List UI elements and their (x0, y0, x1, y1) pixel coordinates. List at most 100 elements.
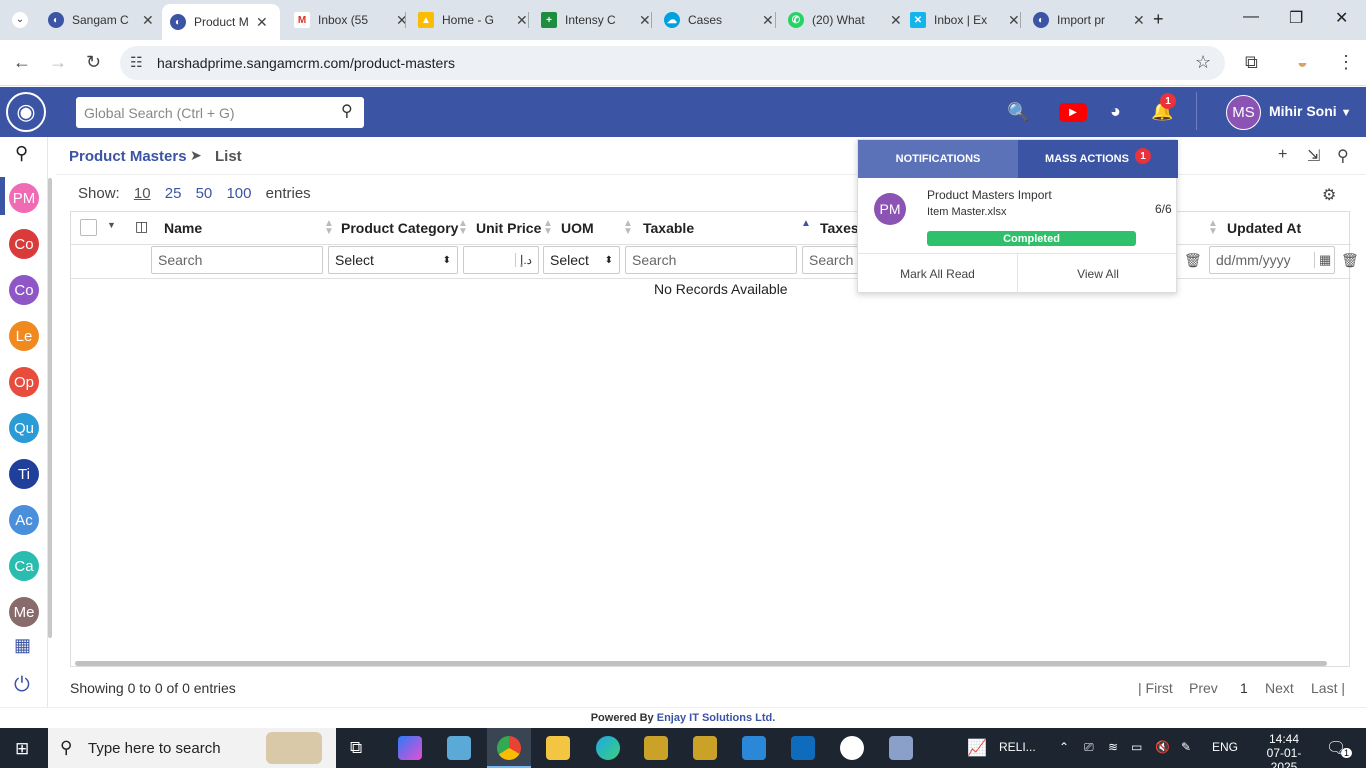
close-tab-icon[interactable]: ✕ (762, 12, 774, 29)
module-cases[interactable]: Ca (9, 551, 39, 581)
column-unit-price[interactable]: Unit Price (476, 220, 541, 236)
search-icon[interactable]: ⚲ (15, 143, 28, 164)
global-search-input[interactable] (76, 97, 364, 128)
page-length-10[interactable]: 10 (134, 185, 151, 202)
bookmark-star-icon[interactable]: ☆ (1195, 52, 1211, 73)
browser-tab[interactable]: ☁ Cases ✕ (656, 6, 782, 34)
breadcrumb-module-link[interactable]: Product Masters (69, 148, 187, 165)
taskbar-search-input[interactable]: ⚲ Type here to search (48, 728, 336, 768)
browser-tab-active[interactable]: ◐ Product M ✕ (162, 4, 280, 40)
language-indicator[interactable]: ENG (1212, 740, 1238, 754)
sort-icon[interactable]: ▲ ▼ (324, 219, 334, 237)
chevron-up-icon[interactable]: ⌃ (1059, 740, 1069, 754)
new-tab-icon[interactable]: + (1153, 9, 1164, 30)
mark-all-read-button[interactable]: Mark All Read (858, 254, 1018, 294)
browser-tab[interactable]: ✆ (20) What ✕ (780, 6, 910, 34)
add-icon[interactable]: + (1278, 146, 1287, 164)
rail-scrollbar[interactable] (48, 178, 52, 638)
column-updated-at[interactable]: Updated At (1227, 220, 1301, 236)
module-opportunities[interactable]: Op (9, 367, 39, 397)
uom-filter-select[interactable]: Select ⬍ (543, 246, 620, 274)
tab-notifications[interactable]: NOTIFICATIONS (858, 140, 1018, 178)
app-icon[interactable] (447, 736, 471, 760)
module-contacts[interactable]: Co (9, 229, 39, 259)
page-length-25[interactable]: 25 (165, 185, 182, 202)
trash-icon[interactable]: 🗑 (1184, 252, 1202, 269)
module-tickets[interactable]: Ti (9, 459, 39, 489)
close-tab-icon[interactable]: ✕ (1133, 12, 1145, 29)
reload-icon[interactable]: ↻ (86, 52, 101, 73)
search-icon[interactable]: ⚲ (1337, 146, 1349, 166)
columns-icon[interactable]: ◫ (135, 218, 148, 235)
select-all-checkbox[interactable] (80, 219, 97, 236)
module-product-masters[interactable]: PM (9, 183, 39, 213)
globe-icon[interactable]: ◕ (1110, 101, 1121, 122)
browser-tab[interactable]: ▲ Home - G ✕ (410, 6, 536, 34)
sort-icon[interactable]: ▲ ▼ (543, 219, 553, 237)
close-window-icon[interactable]: ✕ (1335, 8, 1348, 28)
extensions-icon[interactable]: ⧉ (1245, 52, 1258, 73)
view-all-button[interactable]: View All (1018, 254, 1178, 294)
el-app-icon[interactable] (644, 736, 668, 760)
browser-tab[interactable]: ◐ Sangam C ✕ (40, 6, 162, 34)
tab-mass-actions[interactable]: MASS ACTIONS 1 (1018, 140, 1178, 178)
windows-start-icon[interactable]: ⊞ (15, 739, 29, 759)
module-companies[interactable]: Co (9, 275, 39, 305)
camera-icon[interactable]: ⎚ (1084, 740, 1094, 755)
stock-chart-icon[interactable]: 📈 (967, 738, 987, 758)
app-icon-device[interactable] (889, 736, 913, 760)
pager-first[interactable]: | First (1138, 680, 1173, 696)
browser-tab[interactable]: ✕ Inbox | Ex ✕ (902, 6, 1028, 34)
browser-tab[interactable]: + Intensy C ✕ (533, 6, 659, 34)
sort-icon[interactable]: ▲ ▼ (623, 219, 633, 237)
close-tab-icon[interactable]: ✕ (256, 14, 268, 31)
pager-next[interactable]: Next (1265, 680, 1294, 696)
close-tab-icon[interactable]: ✕ (516, 12, 528, 29)
omnibox[interactable]: ☷ harshadprime.sangamcrm.com/product-mas… (120, 46, 1225, 80)
company-link[interactable]: Enjay IT Solutions Ltd. (657, 712, 776, 724)
minimize-icon[interactable]: — (1243, 8, 1259, 26)
search-document-icon[interactable]: 🔍 (1007, 102, 1029, 123)
teamviewer-icon[interactable] (840, 736, 864, 760)
app-icon-blue[interactable] (742, 736, 766, 760)
tab-search-dropdown[interactable]: ⌄ (12, 12, 28, 28)
close-tab-icon[interactable]: ✕ (142, 12, 154, 29)
column-name[interactable]: Name (164, 220, 202, 236)
back-icon[interactable]: ← (13, 52, 31, 73)
browser-menu-icon[interactable]: ⋮ (1337, 52, 1355, 73)
forward-icon[interactable]: → (49, 52, 67, 73)
tray-stock-text[interactable]: RELI... (999, 740, 1036, 754)
youtube-icon[interactable]: ▶ (1059, 103, 1087, 122)
pager-prev[interactable]: Prev (1189, 680, 1218, 696)
user-avatar[interactable]: MS (1226, 95, 1261, 130)
close-tab-icon[interactable]: ✕ (1008, 12, 1020, 29)
column-taxable[interactable]: Taxable (643, 220, 694, 236)
search-icon[interactable]: ⚲ (341, 101, 353, 121)
page-length-100[interactable]: 100 (226, 185, 251, 202)
unit-price-filter-input[interactable]: د.إ (463, 246, 539, 274)
profile-icon[interactable]: ◒ (1297, 52, 1308, 73)
trash-icon[interactable]: 🗑 (1341, 252, 1359, 269)
gear-icon[interactable]: ⚙ (1322, 185, 1336, 205)
import-icon[interactable]: ⇲ (1307, 146, 1320, 166)
taxable-filter-input[interactable]: Search (625, 246, 797, 274)
pen-icon[interactable]: ✎ (1181, 740, 1191, 754)
sort-icon[interactable]: ▲ ▼ (1208, 219, 1218, 237)
column-taxes[interactable]: Taxes (820, 220, 859, 236)
column-product-category[interactable]: Product Category (341, 220, 458, 236)
volume-muted-icon[interactable]: 🔇 (1155, 740, 1170, 754)
close-tab-icon[interactable]: ✕ (639, 12, 651, 29)
module-accounts[interactable]: Ac (9, 505, 39, 535)
mass-action-item[interactable]: PM Product Masters Import Item Master.xl… (858, 178, 1178, 254)
sort-icon[interactable]: ▲ ▼ (458, 219, 468, 237)
outlook-icon[interactable] (791, 736, 815, 760)
caret-down-icon[interactable]: ▼ (107, 220, 116, 230)
grid-horizontal-scrollbar[interactable] (75, 661, 1327, 666)
column-uom[interactable]: UOM (561, 220, 594, 236)
sangam-logo[interactable]: ◉ (6, 92, 46, 132)
sort-asc-icon[interactable]: ▲ (801, 219, 811, 229)
browser-tab[interactable]: M Inbox (55 ✕ (286, 6, 416, 34)
module-leads[interactable]: Le (9, 321, 39, 351)
pager-current-page[interactable]: 1 (1240, 680, 1248, 696)
name-filter-input[interactable]: Search (151, 246, 323, 274)
